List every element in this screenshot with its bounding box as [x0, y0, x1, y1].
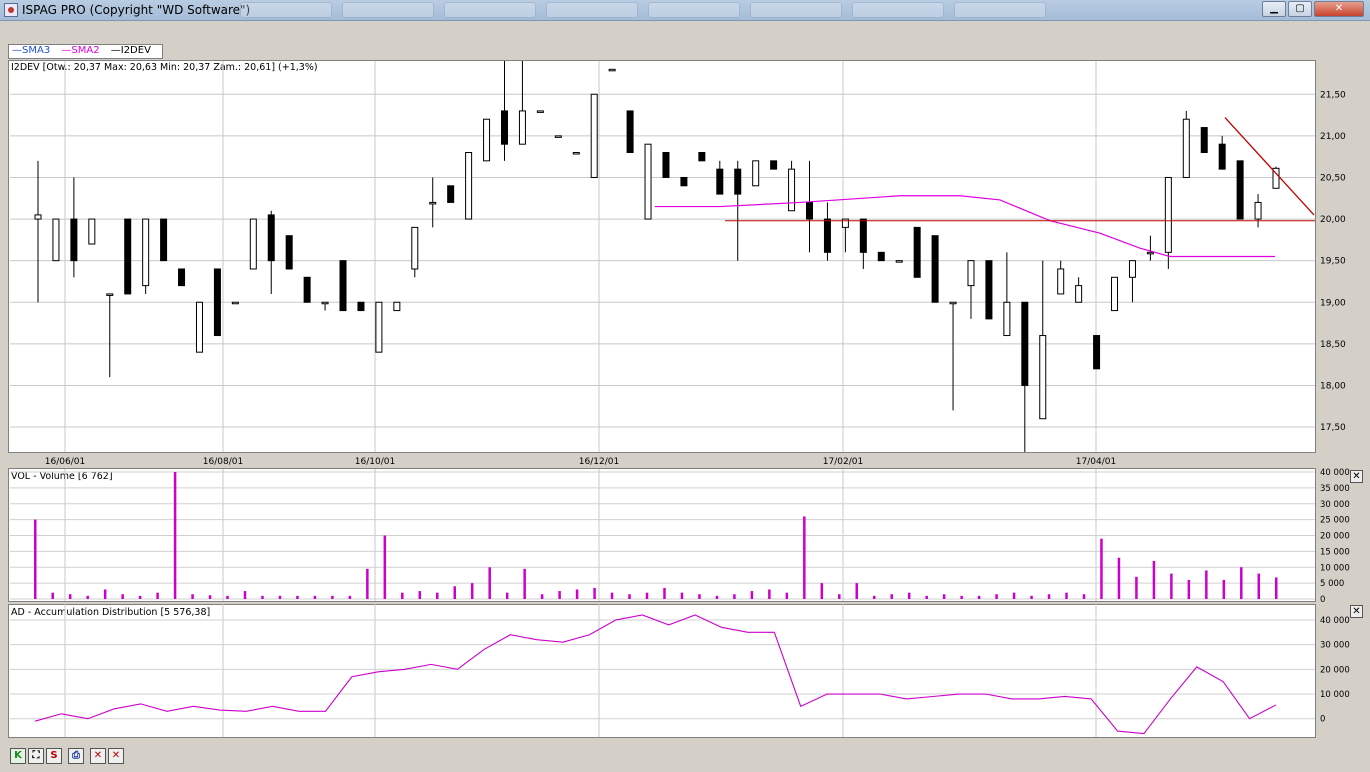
title-bar: ISPAG PRO (Copyright "WD Software") ▁ ▢ … — [0, 0, 1370, 21]
ad-y-tick: 10 000 — [1320, 690, 1350, 700]
volume-y-tick: 10 000 — [1320, 563, 1350, 573]
price-x-tick: 16/08/01 — [203, 457, 243, 467]
volume-y-tick: 0 — [1320, 595, 1325, 605]
legend: —SMA3 —SMA2 —I2DEV — [8, 44, 163, 59]
price-x-tick: 16/06/01 — [45, 457, 85, 467]
ghost-tab — [342, 2, 434, 18]
ghost-tab — [648, 2, 740, 18]
price-y-tick: 17,50 — [1320, 423, 1346, 433]
price-y-tick: 18,50 — [1320, 340, 1346, 350]
app-icon — [4, 3, 18, 17]
price-x-tick: 16/10/01 — [355, 457, 395, 467]
ghost-tab — [546, 2, 638, 18]
volume-y-tick: 20 000 — [1320, 532, 1350, 542]
ad-close-icon[interactable]: ✕ — [1350, 605, 1363, 618]
volume-info: VOL - Volume [6 762] — [11, 471, 113, 482]
ghost-tab — [240, 2, 332, 18]
price-y-tick: 21,00 — [1320, 132, 1346, 142]
window-title: ISPAG PRO (Copyright "WD Software") — [22, 3, 251, 17]
ad-y-tick: 20 000 — [1320, 665, 1350, 675]
volume-y-tick: 40 000 — [1320, 468, 1350, 478]
price-panel[interactable] — [8, 60, 1316, 453]
volume-y-tick: 25 000 — [1320, 516, 1350, 526]
volume-close-icon[interactable]: ✕ — [1350, 470, 1363, 483]
volume-y-tick: 15 000 — [1320, 547, 1350, 557]
volume-y-tick: 30 000 — [1320, 500, 1350, 510]
ghost-tab — [852, 2, 944, 18]
k-icon[interactable]: K — [10, 748, 26, 764]
ad-panel[interactable] — [8, 604, 1316, 738]
price-y-tick: 19,50 — [1320, 257, 1346, 267]
volume-y-tick: 5 000 — [1320, 579, 1344, 589]
ad-y-tick: 30 000 — [1320, 641, 1350, 651]
volume-y-tick: 35 000 — [1320, 484, 1350, 494]
price-x-tick: 17/04/01 — [1076, 457, 1116, 467]
s-icon[interactable]: S — [46, 748, 62, 764]
bottom-toolbar — [0, 742, 1370, 772]
zoom-fit-icon[interactable]: ⛶ — [28, 748, 44, 764]
price-x-tick: 16/12/01 — [579, 457, 619, 467]
price-y-tick: 20,50 — [1320, 173, 1346, 183]
price-y-tick: 18,00 — [1320, 381, 1346, 391]
print-icon[interactable]: ⎙ — [68, 748, 84, 764]
taskbar-ghost-tabs — [240, 2, 1046, 18]
minimize-button[interactable]: ▁ — [1262, 1, 1286, 17]
ad-y-tick: 40 000 — [1320, 616, 1350, 626]
price-x-tick: 17/02/01 — [823, 457, 863, 467]
price-y-tick: 21,50 — [1320, 90, 1346, 100]
ghost-tab — [444, 2, 536, 18]
maximize-button[interactable]: ▢ — [1288, 1, 1312, 17]
ad-y-tick: 0 — [1320, 715, 1325, 725]
price-y-tick: 20,00 — [1320, 215, 1346, 225]
volume-panel[interactable] — [8, 468, 1316, 602]
price-y-tick: 19,00 — [1320, 298, 1346, 308]
legend-item-sma2[interactable]: —SMA2 — [61, 45, 103, 56]
legend-item-i2dev[interactable]: —I2DEV — [111, 45, 155, 56]
price-info: I2DEV [Otw.: 20,37 Max: 20,63 Min: 20,37… — [11, 62, 318, 73]
close-button[interactable]: ✕ — [1314, 1, 1364, 17]
ghost-tab — [954, 2, 1046, 18]
delete-icon[interactable]: ✕ — [90, 748, 106, 764]
delete-all-icon[interactable]: ✕ — [108, 748, 124, 764]
legend-item-sma3[interactable]: —SMA3 — [12, 45, 54, 56]
ghost-tab — [750, 2, 842, 18]
ad-info: AD - Accumulation Distribution [5 576,38… — [11, 607, 211, 618]
